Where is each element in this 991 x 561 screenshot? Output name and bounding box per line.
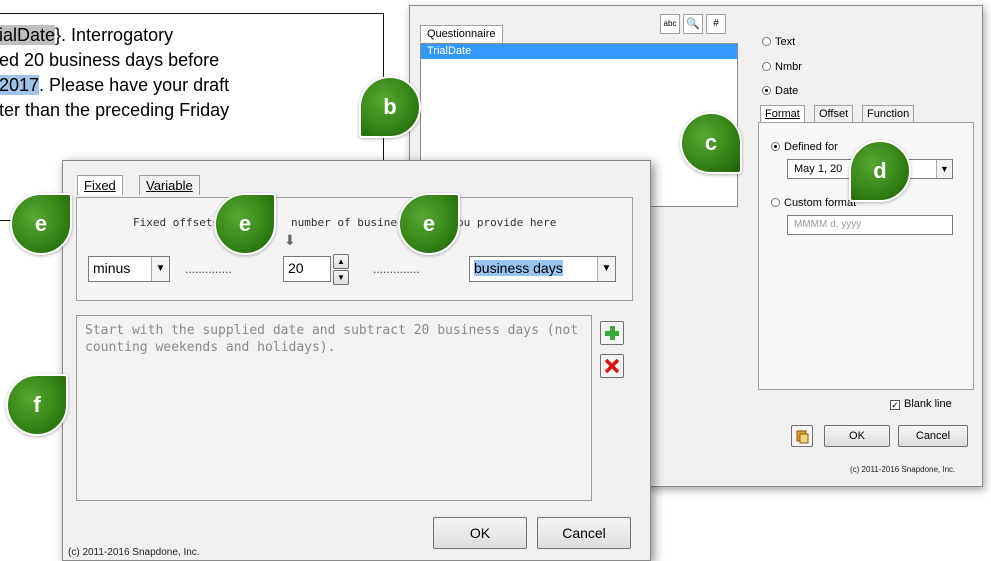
radio-label: Custom format [784,197,857,209]
number-icon[interactable]: # [706,14,726,34]
list-item-trialdate[interactable]: TrialDate [421,44,737,59]
radio-label: Text [775,36,796,48]
chevron-down-icon[interactable]: ▼ [597,257,615,281]
callout-marker: e [398,193,460,255]
radio-custom-format[interactable]: Custom format [771,197,856,209]
callout-marker: f [6,374,68,436]
radio-defined-format[interactable]: Defined for [771,141,838,153]
dot-leader: .............. [373,262,420,276]
tab-fixed[interactable]: Fixed [77,175,123,195]
copyright-text: (c) 2011-2016 Snapdone, Inc. [68,547,200,558]
radio-button-selected[interactable] [771,142,780,151]
radio-button[interactable] [762,37,771,46]
unit-select[interactable]: business days ▼ [469,256,616,282]
spinner-down-icon[interactable]: ▼ [333,270,349,285]
document-line: ed 20 business days before [0,48,383,73]
hint-text: ou provide here [457,216,557,229]
document-text: }. Interrogatory [55,25,174,45]
hint-text: number of busines [291,216,404,229]
document-line: ter than the preceding Friday [0,98,383,123]
radio-text[interactable]: Text [762,36,795,48]
radio-nmbr[interactable]: Nmbr [762,61,802,73]
chevron-down-icon[interactable]: ▼ [936,160,952,178]
hint-text: Fixed offsets [133,216,220,229]
callout-marker: e [10,193,72,255]
radio-button[interactable] [762,62,771,71]
radio-label: Date [775,85,799,97]
select-value: minus [93,260,131,276]
delete-icon[interactable] [600,354,624,378]
offset-dialog: Fixed Variable Fixed offsets number of b… [62,160,651,561]
selected-text-highlight: 2017 [0,75,40,95]
direction-select[interactable]: minus ▼ [88,256,170,282]
ok-button[interactable]: OK [433,517,527,549]
select-value: business days [474,260,563,276]
checkbox-label: Blank line [904,398,952,410]
dot-leader: .............. [185,262,232,276]
tab-questionnaire[interactable]: Questionnaire [420,25,503,42]
cancel-button[interactable]: Cancel [898,425,968,447]
radio-button[interactable] [771,198,780,207]
callout-marker: e [214,193,276,255]
callout-marker: b [359,76,421,138]
checkbox-checked[interactable]: ✓ [890,400,900,410]
document-line: 2017. Please have your draft [0,73,383,98]
custom-format-input[interactable]: MMMM d, yyyy [787,215,953,235]
radio-label: Nmbr [775,61,802,73]
copyright-text: (c) 2011-2016 Snapdone, Inc. [850,465,956,474]
fixed-offset-panel: Fixed offsets number of busines ou provi… [76,197,633,301]
description-textarea[interactable]: Start with the supplied date and subtrac… [76,315,592,501]
abc-icon[interactable]: abc [660,14,680,34]
tab-format[interactable]: Format [760,105,805,122]
merge-field-highlight: ialDate [0,25,56,45]
select-value: May 1, 20 [794,163,843,175]
callout-marker: d [849,140,911,202]
tab-offset[interactable]: Offset [814,105,854,122]
chevron-down-icon[interactable]: ▼ [151,257,169,281]
document-text: ed 20 business days before [0,50,220,70]
blank-line-checkbox[interactable]: ✓ Blank line [890,398,952,410]
tab-function[interactable]: Function [862,105,915,122]
search-icon[interactable]: 🔍 [683,14,703,34]
paste-icon[interactable] [791,425,813,447]
spinner-up-icon[interactable]: ▲ [333,254,349,269]
document-text: ter than the preceding Friday [0,100,230,120]
cancel-button[interactable]: Cancel [537,517,631,549]
arrow-down-icon: ⬇ [284,232,296,248]
number-spinner[interactable]: 20 [283,256,331,282]
radio-button-selected[interactable] [762,86,771,95]
radio-date[interactable]: Date [762,85,798,97]
radio-label: Defined for [784,141,838,153]
ok-button[interactable]: OK [824,425,890,447]
document-text: . Please have your draft [39,75,230,95]
add-icon[interactable] [600,321,624,345]
document-line: ialDate}. Interrogatory [0,23,383,48]
tab-variable[interactable]: Variable [139,175,200,195]
callout-marker: c [680,112,742,174]
